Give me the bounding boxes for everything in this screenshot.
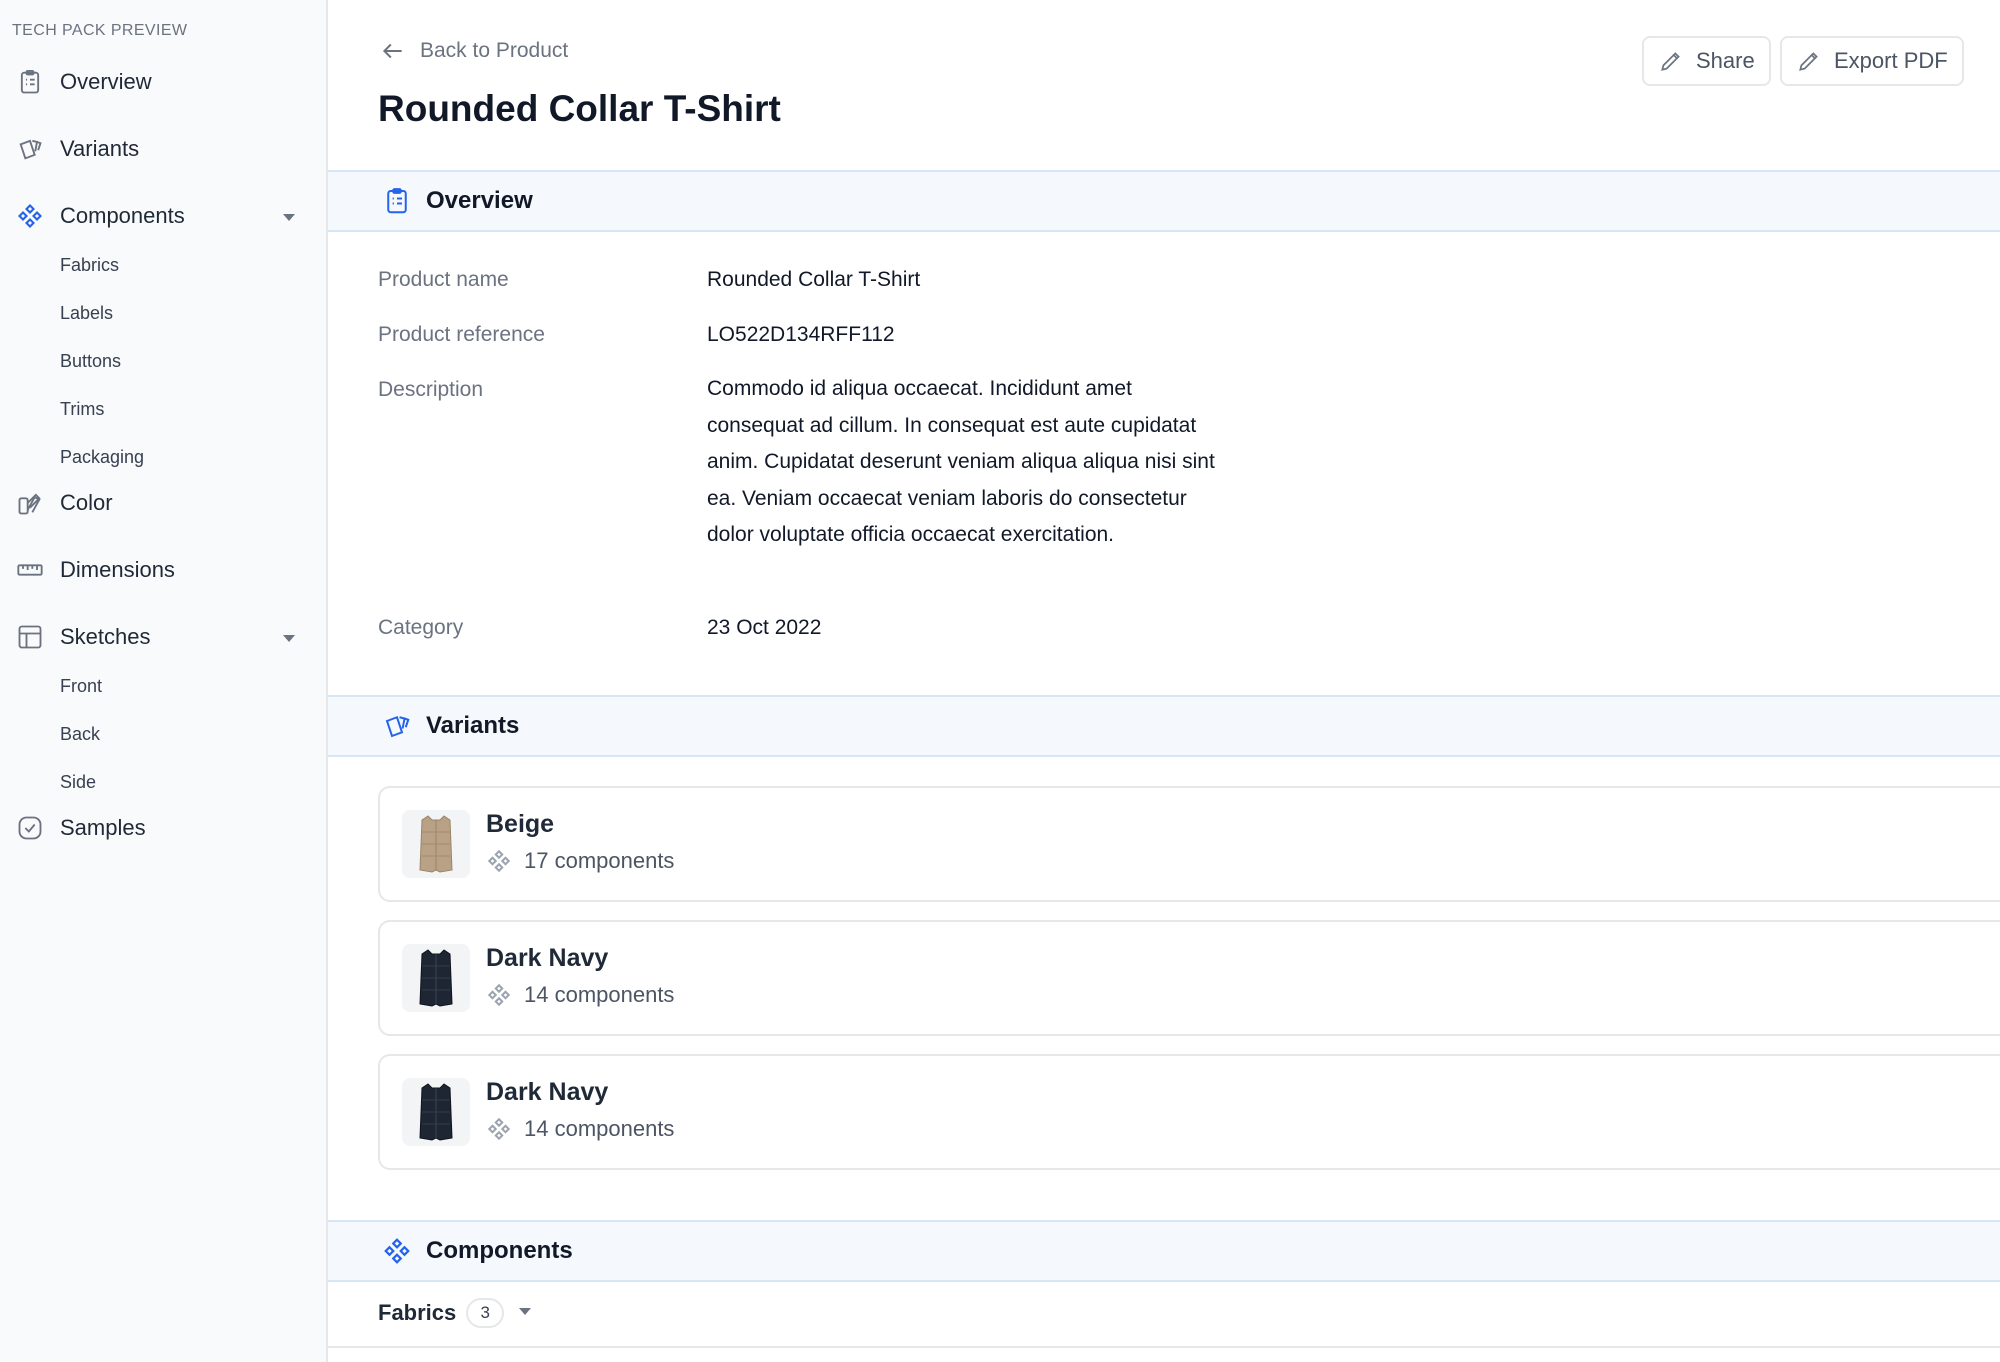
vest-thumbnail — [402, 1078, 470, 1146]
fabrics-label: Fabrics — [378, 1300, 457, 1325]
components-icon — [487, 849, 511, 873]
variant-components: 14 components — [486, 982, 674, 1008]
variant-card-dark-navy[interactable]: Dark Navy 14 components — [378, 920, 2000, 1036]
chevron-down-icon — [518, 1304, 532, 1322]
variants-section-header: Variants — [328, 695, 2000, 757]
back-to-product-link[interactable]: Back to Product — [380, 38, 568, 64]
variant-name: Beige — [486, 810, 555, 838]
variant-components: 14 components — [486, 1116, 674, 1142]
overview-section-header: Overview — [328, 170, 2000, 232]
section-title: Components — [426, 1237, 573, 1264]
components-icon — [382, 1236, 412, 1266]
fabrics-group-toggle[interactable]: Fabrics 3 — [378, 1298, 532, 1328]
share-button-label: Share — [1696, 48, 1755, 73]
variant-components-count: 14 components — [524, 982, 675, 1007]
arrow-left-icon — [382, 43, 402, 59]
vest-thumbnail — [402, 944, 470, 1012]
field-value-product-name: Rounded Collar T-Shirt — [707, 268, 921, 291]
components-icon — [487, 1117, 511, 1141]
variant-components-count: 17 components — [524, 848, 675, 873]
cards-icon — [382, 711, 412, 741]
pencil-icon — [1799, 52, 1818, 71]
field-label-product-reference: Product reference — [378, 323, 545, 346]
section-title: Overview — [426, 187, 533, 214]
field-label-product-name: Product name — [378, 268, 509, 291]
divider — [328, 1346, 2000, 1348]
export-pdf-button[interactable]: Export PDF — [1780, 36, 1964, 86]
vest-icon — [419, 949, 453, 1007]
variant-components: 17 components — [486, 848, 674, 874]
variant-components-count: 14 components — [524, 1116, 675, 1141]
field-label-category: Category — [378, 616, 464, 639]
field-value-product-reference: LO522D134RFF112 — [707, 323, 895, 346]
components-icon — [487, 983, 511, 1007]
variant-card-beige[interactable]: Beige 17 components — [378, 786, 2000, 902]
count-badge: 3 — [466, 1298, 505, 1328]
share-button[interactable]: Share — [1642, 36, 1771, 86]
section-title: Variants — [426, 712, 520, 739]
field-label-description: Description — [378, 378, 484, 401]
main-content: Back to Product Rounded Collar T-Shirt S… — [0, 0, 2000, 1362]
variant-name: Dark Navy — [486, 1078, 609, 1106]
vest-icon — [419, 815, 453, 873]
page-title: Rounded Collar T-Shirt — [378, 88, 781, 129]
pencil-icon — [1661, 52, 1680, 71]
field-value-description: Commodo id aliqua occaecat. Incididunt a… — [707, 377, 1215, 546]
vest-icon — [419, 1083, 453, 1141]
variant-card-dark-navy[interactable]: Dark Navy 14 components — [378, 1054, 2000, 1170]
back-link-label: Back to Product — [420, 39, 569, 62]
export-pdf-button-label: Export PDF — [1834, 48, 1948, 73]
components-section-header: Components — [328, 1220, 2000, 1282]
variant-name: Dark Navy — [486, 944, 609, 972]
clipboard-icon — [382, 186, 412, 216]
vest-thumbnail — [402, 810, 470, 878]
field-value-category: 23 Oct 2022 — [707, 616, 822, 639]
